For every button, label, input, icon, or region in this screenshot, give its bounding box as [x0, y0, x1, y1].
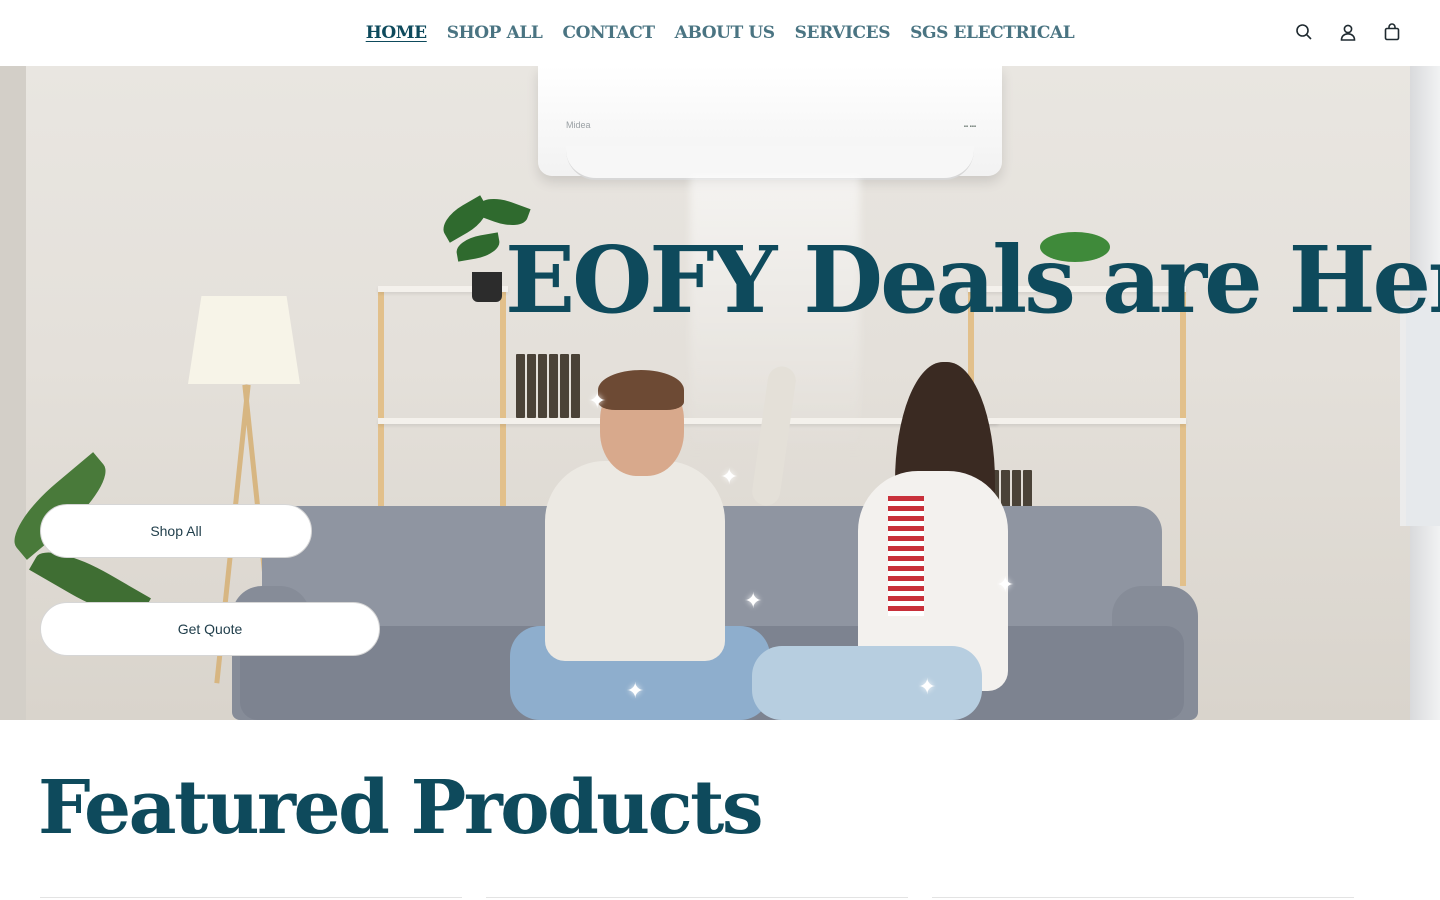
nav-link-sgs-electrical[interactable]: SGS ELECTRICAL: [910, 23, 1075, 43]
cart-icon[interactable]: [1380, 20, 1404, 44]
sparkle-icon: ✦: [918, 674, 937, 699]
nav-link-services[interactable]: SERVICES: [795, 23, 891, 43]
air-conditioner-image: Midea ▪▪ ▪▪▪: [538, 66, 1002, 180]
books: [516, 354, 580, 418]
sparkle-icon: ✦: [588, 388, 607, 413]
nav-link-contact[interactable]: CONTACT: [562, 23, 655, 43]
ac-brand-logo: Midea: [566, 120, 591, 130]
person-woman: [752, 646, 982, 720]
window-frame: [1400, 306, 1440, 526]
main-nav: HOME SHOP ALL CONTACT ABOUT US SERVICES …: [366, 23, 1075, 43]
person-man: [545, 461, 725, 661]
person-woman-shirt: [888, 496, 924, 616]
sparkle-icon: ✦: [744, 588, 763, 613]
plant-leaf: [454, 232, 502, 262]
ac-badge-logo: ▪▪ ▪▪▪: [963, 124, 976, 130]
nav-link-shop-all[interactable]: SHOP ALL: [447, 23, 543, 43]
ac-vent: [566, 146, 974, 180]
floor-lamp-shade: [188, 296, 300, 384]
sparkle-icon: ✦: [996, 572, 1015, 597]
shop-all-button[interactable]: Shop All: [40, 504, 312, 558]
nav-link-home[interactable]: HOME: [366, 23, 427, 43]
nav-link-about-us[interactable]: ABOUT US: [675, 23, 775, 43]
person-man-hair: [598, 370, 684, 410]
featured-products-heading: Featured Products: [38, 765, 764, 851]
plant-pot: [472, 272, 502, 302]
hero-banner: Midea ▪▪ ▪▪▪ ✦ ✦ ✦ ✦ ✦ ✦ EOFY Deals are …: [0, 66, 1440, 720]
header-icons: [1292, 20, 1404, 44]
hero-heading: EOFY Deals are Here: [505, 226, 1440, 334]
site-header: HOME SHOP ALL CONTACT ABOUT US SERVICES …: [0, 0, 1440, 66]
account-icon[interactable]: [1336, 20, 1360, 44]
shelf: [968, 418, 1186, 424]
sparkle-icon: ✦: [720, 464, 739, 489]
search-icon[interactable]: [1292, 20, 1316, 44]
hero-wall: [0, 66, 26, 720]
get-quote-button[interactable]: Get Quote: [40, 602, 380, 656]
sparkle-icon: ✦: [626, 678, 645, 703]
